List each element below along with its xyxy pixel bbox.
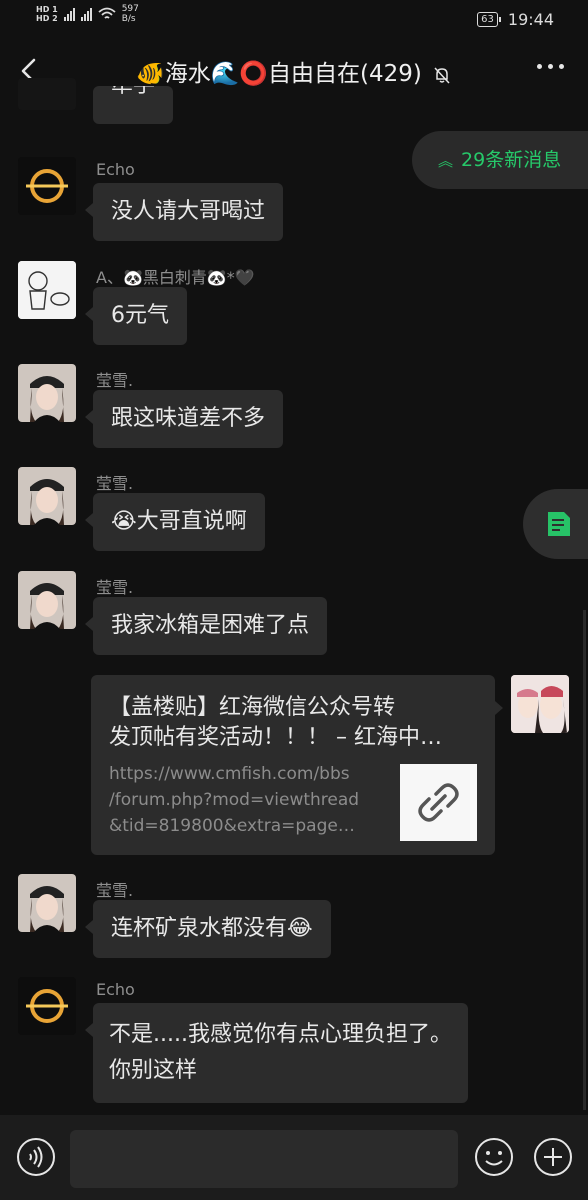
plus-icon[interactable] bbox=[533, 1137, 573, 1177]
floating-note-button[interactable] bbox=[523, 489, 588, 559]
message-bubble[interactable]: 我家冰箱是困难了点 bbox=[84, 597, 328, 655]
clock: 19:44 bbox=[507, 10, 554, 29]
wifi-icon bbox=[98, 7, 116, 19]
message-text: 牵手 bbox=[111, 86, 155, 98]
sender-name: 莹雪. bbox=[96, 881, 134, 900]
message-text: 不是.....我感觉你有点心理负担了。 bbox=[109, 1022, 452, 1047]
network-speed: 597 B/s bbox=[121, 4, 139, 24]
sender-name: Echo bbox=[96, 160, 135, 179]
link-thumbnail bbox=[400, 764, 477, 841]
status-bar: HD 1 HD 2 597 B/s 63 19:44 bbox=[0, 0, 588, 38]
avatar-self[interactable] bbox=[511, 675, 569, 733]
link-card[interactable]: 【盖楼贴】红海微信公众号转 发顶帖有奖活动！！！ – 红海中… https://… bbox=[91, 675, 503, 855]
sender-name: Echo bbox=[96, 980, 135, 999]
message-bubble[interactable]: 跟这味道差不多 bbox=[84, 390, 284, 448]
avatar-yingxue[interactable] bbox=[18, 874, 76, 932]
voice-icon[interactable] bbox=[16, 1137, 56, 1177]
avatar-yingxue[interactable] bbox=[18, 467, 76, 525]
chat-header: 🐠海水🌊⭕自由自在(429) bbox=[0, 40, 588, 104]
emoji-icon[interactable] bbox=[474, 1137, 514, 1177]
avatar[interactable] bbox=[18, 78, 76, 110]
message-bubble[interactable]: 连杯矿泉水都没有😂 bbox=[85, 900, 331, 958]
scrollbar[interactable] bbox=[583, 610, 586, 1110]
chat-title: 🐠海水🌊⭕自由自在(429) bbox=[136, 61, 422, 87]
message-text: 跟这味道差不多 bbox=[111, 406, 266, 431]
message-text: 😭大哥直说啊 bbox=[111, 509, 247, 534]
sender-name: 莹雪. bbox=[96, 474, 134, 493]
message-bubble[interactable]: 牵手 bbox=[93, 86, 174, 124]
message-bubble[interactable]: 不是.....我感觉你有点心理负担了。 你别这样 bbox=[85, 1003, 468, 1103]
battery-icon: 63 bbox=[477, 12, 501, 27]
link-url: https://www.cmfish.com/bbs /forum.php?mo… bbox=[109, 764, 360, 836]
input-bar bbox=[0, 1115, 588, 1200]
message-text: 6元气 bbox=[111, 303, 169, 328]
message-text: 没人请大哥喝过 bbox=[111, 199, 266, 224]
message-bubble[interactable]: 😭大哥直说啊 bbox=[85, 493, 265, 551]
more-options-icon[interactable] bbox=[537, 64, 564, 69]
avatar-echo[interactable] bbox=[18, 977, 76, 1035]
signal-icon-2 bbox=[80, 7, 92, 21]
avatar-a[interactable] bbox=[18, 261, 76, 319]
message-input[interactable] bbox=[70, 1130, 458, 1188]
hd-indicator: HD 1 HD 2 bbox=[36, 5, 58, 23]
avatar-echo[interactable] bbox=[18, 157, 76, 215]
new-messages-button[interactable]: ︽ 29条新消息 bbox=[412, 131, 588, 189]
message-text: 我家冰箱是困难了点 bbox=[111, 613, 310, 638]
avatar-yingxue[interactable] bbox=[18, 364, 76, 422]
message-text: 你别这样 bbox=[109, 1058, 198, 1083]
message-text: 连杯矿泉水都没有😂 bbox=[111, 916, 313, 941]
new-messages-label: 29条新消息 bbox=[461, 149, 562, 171]
message-bubble[interactable]: 没人请大哥喝过 bbox=[84, 183, 284, 241]
sender-name: A、🐼黑白刺青🐼*🖤 bbox=[96, 268, 255, 287]
link-icon bbox=[418, 783, 459, 822]
link-title: 【盖楼贴】红海微信公众号转 发顶帖有奖活动！！！ – 红海中… bbox=[109, 695, 442, 750]
note-icon bbox=[548, 512, 570, 536]
signal-icon bbox=[63, 7, 75, 21]
avatar-yingxue[interactable] bbox=[18, 571, 76, 629]
sender-name: 莹雪. bbox=[96, 371, 134, 390]
sender-name: 莹雪. bbox=[96, 578, 134, 597]
message-bubble[interactable]: 6元气 bbox=[85, 287, 187, 345]
mute-bell-icon bbox=[434, 66, 450, 84]
double-chevron-up-icon: ︽ bbox=[438, 152, 454, 170]
